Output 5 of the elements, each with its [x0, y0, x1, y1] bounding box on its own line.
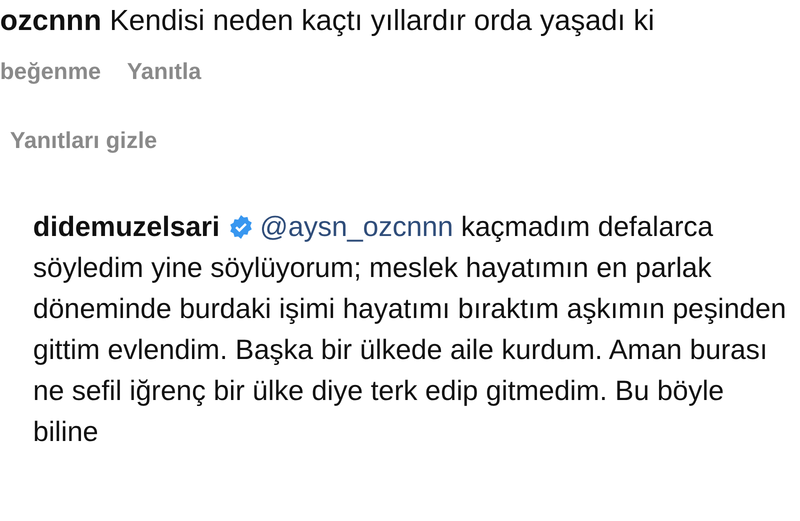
mention-link[interactable]: @aysn_ozcnnn — [260, 211, 454, 242]
comment-text: ozcnnn Kendisi neden kaçtı yıllardır orda yaşadı ki — [0, 4, 656, 39]
username-link[interactable]: didemuzelsari — [33, 211, 220, 242]
reply-text: didemuzelsari @aysn_ozcnnn kaçmadım defalarca söyledim yine söylüyorum; meslek hayatımın en parlak döneminde burdaki işimi hayatımı bıraktım aşkımın peşinden gittim evlendim. Başka bir ülkede aile kurdum. Aman burası ne sefil iğrenç bir ülke diye terk edip gitmedim. Bu böyle biline — [33, 210, 788, 449]
username-link[interactable]: ozcnnn — [0, 5, 102, 37]
